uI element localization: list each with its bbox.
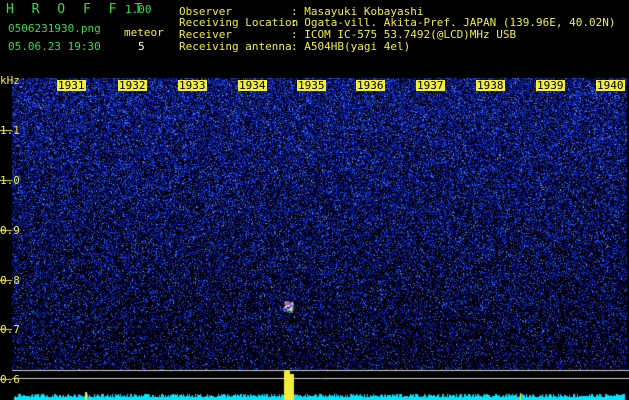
meteor-count: 5 <box>138 40 145 53</box>
freq-tick: 0.6 <box>0 373 20 386</box>
meteor-label: meteor <box>124 26 164 39</box>
time-tick: 1938 <box>476 79 505 92</box>
file-datetime: 05.06.23 19:30 <box>8 40 101 53</box>
freq-unit-label: kHz <box>0 74 20 87</box>
header-panel: H R O F F T 1.00 0506231930.png 05.06.23… <box>0 0 629 78</box>
antenna-label: Receiving antenna <box>179 40 292 53</box>
time-tick: 1936 <box>356 79 385 92</box>
freq-tick: 0.8 <box>0 274 20 287</box>
freq-tick: 1.1 <box>0 124 20 137</box>
antenna-value: : A504HB(yagi 4el) <box>291 40 411 53</box>
time-tick: 1934 <box>238 79 267 92</box>
app-version: 1.00 <box>125 3 152 16</box>
time-tick: 1940 <box>596 79 625 92</box>
time-tick: 1935 <box>297 79 326 92</box>
time-tick: 1937 <box>416 79 445 92</box>
time-tick: 1933 <box>178 79 207 92</box>
freq-tick: 0.9 <box>0 224 20 237</box>
spectrogram-canvas <box>0 78 629 400</box>
file-name: 0506231930.png <box>8 22 101 35</box>
time-tick: 1931 <box>57 79 86 92</box>
time-tick: 1939 <box>536 79 565 92</box>
time-tick: 1932 <box>118 79 147 92</box>
freq-tick: 0.7 <box>0 323 20 336</box>
freq-tick: 1.0 <box>0 174 20 187</box>
